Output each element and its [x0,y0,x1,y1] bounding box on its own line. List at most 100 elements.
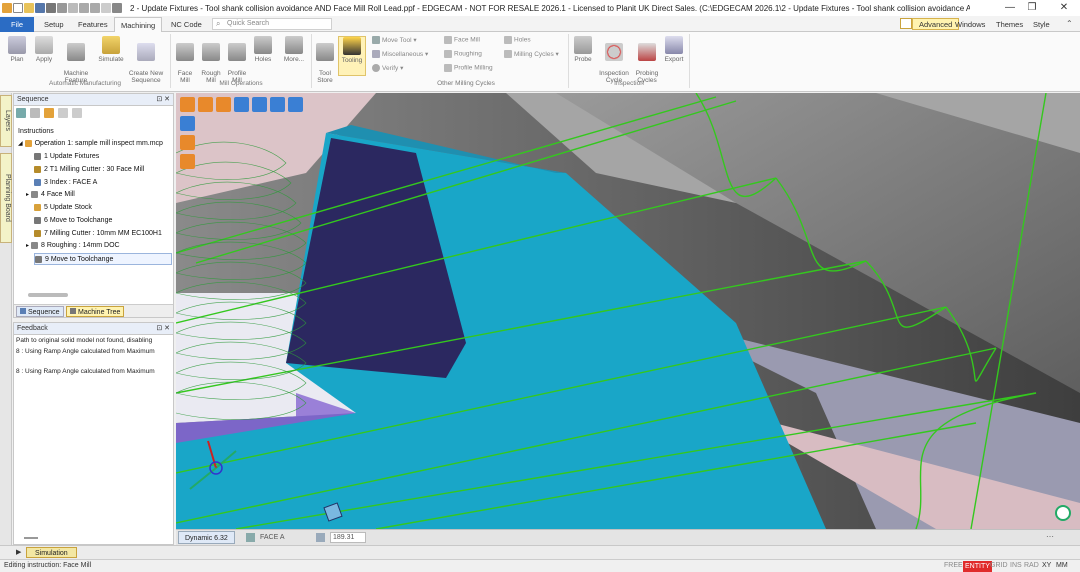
properties-icon[interactable] [68,3,78,13]
more-button[interactable]: More... [280,36,308,63]
inspection-cycle-button[interactable]: Inspection Cycle [597,36,631,84]
refresh-icon[interactable] [16,108,26,118]
undo-icon[interactable] [79,3,89,13]
profile-milling-button[interactable]: Profile Milling [444,64,493,72]
create-new-sequence-button[interactable]: Create New Sequence [127,36,165,84]
export-button[interactable]: Export [662,36,686,63]
wireframe-view-icon[interactable] [234,97,249,112]
toolbar-expand-icon[interactable]: ⋯ [1046,532,1054,541]
cut-icon[interactable] [101,3,111,13]
new-file-icon[interactable] [13,3,23,13]
iso-view-icon[interactable] [180,116,195,131]
window-title: 2 - Update Fixtures - Tool shank collisi… [130,3,970,13]
layers-view-icon[interactable] [270,97,285,112]
probing-cycles-button[interactable]: Probing Cycles [632,36,662,84]
open-folder-icon[interactable] [24,3,34,13]
info-icon[interactable] [46,3,56,13]
graphics-viewport[interactable] [176,93,1080,529]
panel-pin-close-icon[interactable]: ⊡ ✕ [156,323,170,334]
tooling-button[interactable]: Tooling [338,36,366,76]
cpl-face-label: FACE A [260,534,285,541]
instruction-update-fixtures[interactable]: 1 Update Fixtures [34,151,99,163]
close-button[interactable]: ✕ [1050,0,1078,16]
collapse-arrow-icon[interactable]: ◢ [18,141,23,147]
document-icon[interactable] [58,108,68,118]
status-ins[interactable]: INS [1010,560,1022,572]
miscellaneous-button[interactable]: Miscellaneous ▾ [372,50,428,59]
help-icon[interactable] [900,18,912,29]
folder-icon[interactable] [44,108,54,118]
solid-view-icon[interactable] [180,135,195,150]
instruction-index[interactable]: 3 Index : FACE A [34,177,97,189]
instruction-update-stock[interactable]: 5 Update Stock [34,202,92,214]
status-xy[interactable]: XY [1042,560,1051,572]
shaded-view-icon[interactable] [180,97,195,112]
redo-icon[interactable] [90,3,100,13]
list-icon[interactable] [30,108,40,118]
stock-view-icon[interactable] [180,154,195,169]
tab-features[interactable]: Features [72,17,114,32]
face-mill-small-button[interactable]: Face Mill [444,36,480,44]
instruction-move-toolchange[interactable]: 6 Move to Toolchange [34,215,112,227]
status-grid[interactable]: GRID [990,560,1008,572]
depth-value-field[interactable]: 189.31 [330,532,366,543]
section-view-icon[interactable] [198,97,213,112]
expand-arrow-icon[interactable]: ▸ [26,243,29,249]
tab-setup[interactable]: Setup [38,17,70,32]
tab-file[interactable]: File [0,17,34,32]
operation-row[interactable]: ◢ Operation 1: sample mill inspect mm.mc… [18,138,163,150]
expand-arrow-icon[interactable]: ▸ [26,192,29,198]
status-entity[interactable]: ENTITY [963,561,992,572]
layers-tab[interactable]: Layers [0,95,12,147]
print-icon[interactable] [57,3,67,13]
ribbon-collapse-icon[interactable]: ⌃ [1066,19,1073,28]
zoom-icon[interactable] [252,97,267,112]
simulation-tab[interactable]: Simulation [26,547,77,558]
instruction-label: 5 Update Stock [44,204,92,211]
plan-button[interactable]: Plan [4,36,30,63]
milling-cycles-button[interactable]: Milling Cycles ▾ [504,50,559,59]
delete-icon[interactable] [112,3,122,13]
rough-mill-button[interactable]: Rough Mill [199,36,223,84]
planning-board-tab[interactable]: Planning Board [0,153,12,243]
maximize-button[interactable]: ❐ [1018,0,1046,16]
horizontal-scrollbar[interactable] [28,293,68,297]
plan-icon [8,36,26,54]
instruction-face-mill-cutter[interactable]: 2 T1 Milling Cutter : 30 Face Mill [34,164,144,176]
tab-machine-tree[interactable]: Machine Tree [66,306,125,317]
tab-nc-code[interactable]: NC Code [165,17,208,32]
apply-button[interactable]: Apply [31,36,57,63]
machine-feature-button[interactable]: Machine Feature [59,36,93,84]
save-icon[interactable] [35,3,45,13]
holes-button[interactable]: Holes [252,36,274,63]
style-menu[interactable]: Style [1027,17,1056,32]
tab-sequence[interactable]: Sequence [16,306,64,317]
tool-store-button[interactable]: Tool Store [314,36,336,84]
instruction-milling-cutter[interactable]: 7 Milling Cutter : 10mm MM EC100H1 [34,228,162,240]
tab-machining[interactable]: Machining [114,17,163,32]
verify-button[interactable]: Verify ▾ [372,64,403,73]
instruction-move-toolchange-selected[interactable]: 9 Move to Toolchange [34,253,172,265]
move-tool-button[interactable]: Move Tool ▾ [372,36,417,45]
instruction-roughing[interactable]: ▸ 8 Roughing : 14mm DOC [26,240,120,252]
panel-pin-close-icon[interactable]: ⊡ ✕ [156,94,170,105]
status-mm[interactable]: MM [1056,560,1068,572]
roughing-button[interactable]: Roughing [444,50,482,58]
dynamic-view-button[interactable]: Dynamic 6.32 [178,531,235,544]
simulate-button[interactable]: Simulate [96,36,126,63]
clipboard-icon[interactable] [72,108,82,118]
instruction-face-mill[interactable]: ▸ 4 Face Mill [26,189,75,201]
fixture-view-icon[interactable] [216,97,231,112]
holes-small-button[interactable]: Holes [504,36,531,44]
horizontal-scrollbar[interactable] [24,537,38,539]
status-free[interactable]: FREE [944,560,963,572]
themes-menu[interactable]: Themes [990,17,1029,32]
move-view-icon[interactable] [288,97,303,112]
play-arrow-icon[interactable]: ▶ [16,548,21,556]
windows-menu[interactable]: Windows [949,17,991,32]
quick-search-input[interactable]: ⌕ Quick Search [212,18,332,30]
face-mill-button[interactable]: Face Mill [174,36,196,84]
probe-button[interactable]: Probe [572,36,594,63]
profile-mill-button[interactable]: Profile Mill [225,36,249,84]
status-rad[interactable]: RAD [1024,560,1039,572]
